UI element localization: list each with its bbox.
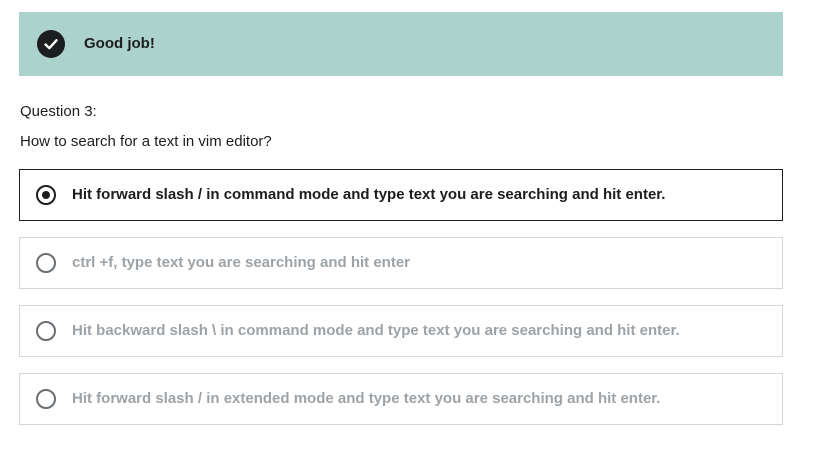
answer-option-1[interactable]: Hit forward slash / in command mode and … — [19, 169, 783, 221]
radio-dot-icon — [42, 191, 50, 199]
radio-button-selected[interactable] — [36, 185, 56, 205]
answer-option-4[interactable]: Hit forward slash / in extended mode and… — [19, 373, 783, 425]
answer-option-label: Hit backward slash \ in command mode and… — [72, 322, 680, 339]
radio-button[interactable] — [36, 321, 56, 341]
question-prompt: How to search for a text in vim editor? — [20, 133, 272, 150]
alert-message: Good job! — [84, 35, 155, 52]
answer-option-label: ctrl +f, type text you are searching and… — [72, 254, 411, 271]
check-circle-icon — [37, 30, 65, 58]
answer-option-2[interactable]: ctrl +f, type text you are searching and… — [19, 237, 783, 289]
question-number: Question 3: — [20, 103, 97, 120]
radio-button[interactable] — [36, 389, 56, 409]
answer-option-label: Hit forward slash / in command mode and … — [72, 186, 666, 203]
radio-button[interactable] — [36, 253, 56, 273]
answer-option-3[interactable]: Hit backward slash \ in command mode and… — [19, 305, 783, 357]
success-alert: Good job! — [19, 12, 783, 76]
answer-option-label: Hit forward slash / in extended mode and… — [72, 390, 661, 407]
